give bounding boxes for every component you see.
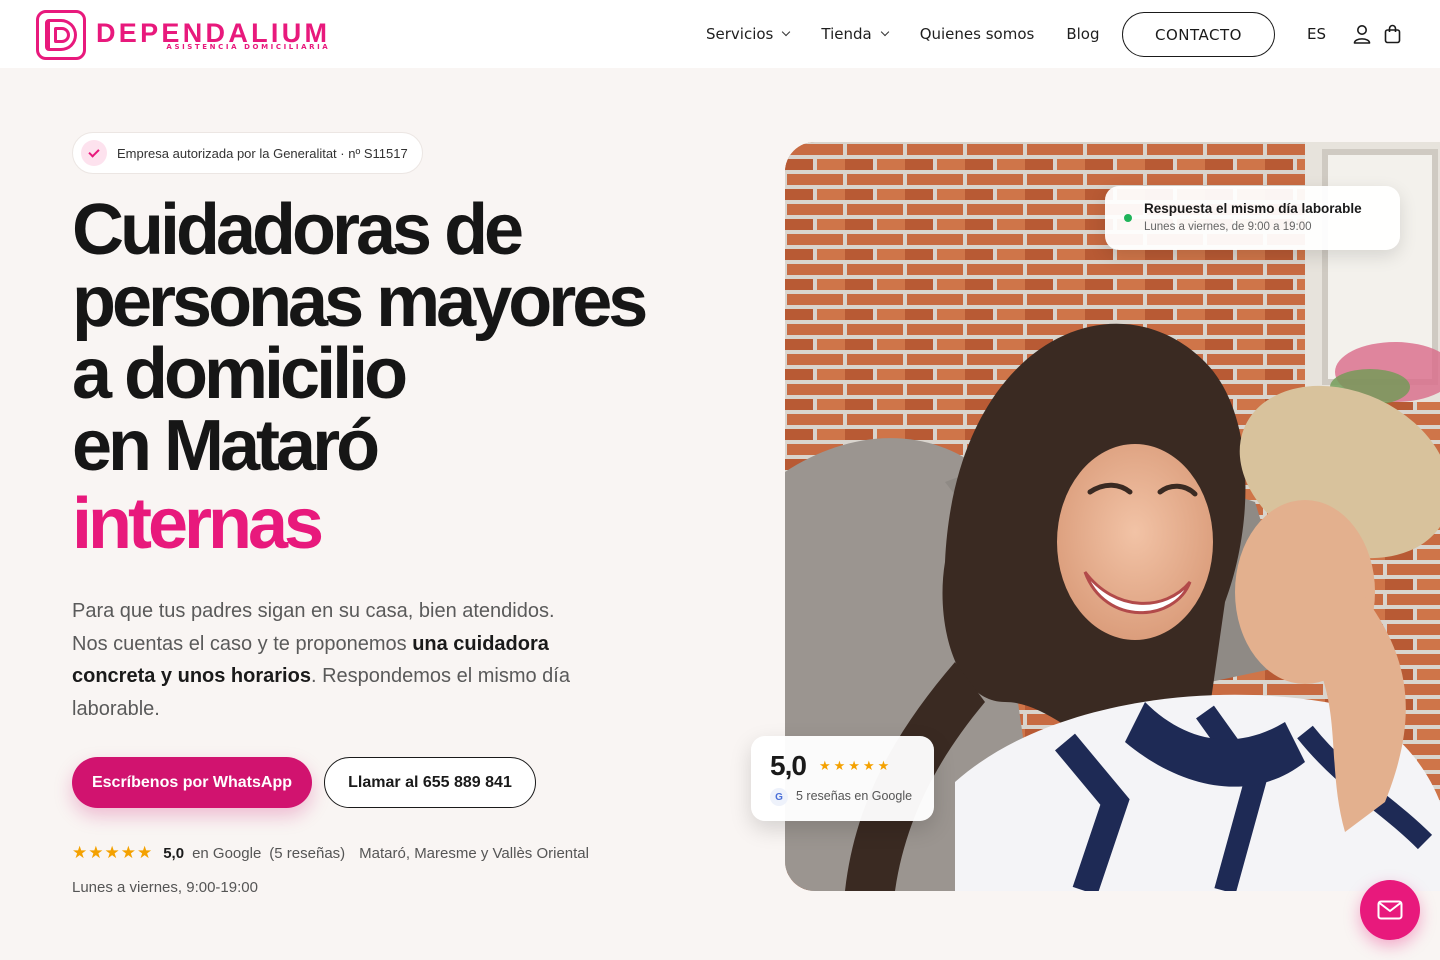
language-switcher[interactable]: ES [1307, 25, 1326, 43]
hero-headline: Cuidadoras de personas mayores a domicil… [72, 194, 752, 560]
rating-count: (5 reseñas) [269, 844, 346, 862]
rating-summary: ★★★★★ 5,0 en Google (5 reseñas) Mataró, … [72, 843, 589, 863]
hero-lead: Para que tus padres sigan en su casa, bi… [72, 595, 572, 725]
nav-item-quienes-somos[interactable]: Quienes somos [920, 25, 1035, 43]
rating-stars: ★★★★★ [72, 843, 154, 862]
response-card-title: Respuesta el mismo día laborable [1144, 201, 1362, 216]
response-time-card: Respuesta el mismo día laborable Lunes a… [1105, 186, 1400, 250]
review-stars: ★★★★★ [819, 758, 893, 773]
main-nav: Servicios Tienda Quienes somos Blog [690, 12, 1116, 56]
authorization-text: Empresa autorizada por la Generalitat · … [117, 145, 408, 161]
site-header: DEPENDALIUM ASISTENCIA DOMICILIARIA Serv… [0, 0, 1440, 68]
nav-item-label: Servicios [706, 25, 774, 43]
check-icon [81, 140, 107, 166]
nav-item-label: Tienda [821, 25, 872, 43]
headline-line: a domicilio [72, 334, 408, 414]
review-count-text: 5 reseñas en Google [796, 789, 913, 803]
status-dot-icon [1124, 214, 1132, 222]
opening-hours: Lunes a viernes, 9:00-19:00 [72, 879, 258, 896]
brand-logo[interactable]: DEPENDALIUM ASISTENCIA DOMICILIARIA [36, 10, 330, 60]
review-score: 5,0 [770, 750, 807, 781]
nav-item-tienda[interactable]: Tienda [821, 25, 889, 43]
response-card-subtitle: Lunes a viernes, de 9:00 a 19:00 [1144, 221, 1312, 233]
headline-line: en Mataró [72, 406, 380, 486]
google-icon: G [770, 788, 788, 806]
mail-icon [1377, 900, 1403, 920]
whatsapp-button[interactable]: Escríbenos por WhatsApp [72, 757, 312, 808]
nav-item-servicios[interactable]: Servicios [706, 25, 791, 43]
google-review-card: 5,0 ★★★★★ G 5 reseñas en Google [751, 736, 934, 821]
chevron-down-icon [782, 27, 791, 37]
authorization-badge: Empresa autorizada por la Generalitat · … [72, 132, 423, 174]
chevron-down-icon [880, 27, 889, 37]
shopping-bag-icon[interactable] [1384, 24, 1401, 44]
headline-line: Cuidadoras de [72, 190, 524, 270]
nav-item-label: Quienes somos [919, 25, 1035, 43]
headline-line: personas mayores [72, 262, 648, 342]
user-icon[interactable] [1353, 24, 1371, 44]
rating-score: 5,0 [163, 844, 185, 862]
contact-button[interactable]: CONTACTO [1122, 12, 1275, 57]
rating-source: en Google [192, 844, 262, 862]
mail-fab-button[interactable] [1360, 880, 1420, 940]
headline-highlight: internas [72, 484, 324, 564]
nav-item-blog[interactable]: Blog [1066, 25, 1099, 43]
call-button[interactable]: Llamar al 655 889 841 [324, 757, 536, 808]
logo-mark-icon [36, 10, 86, 60]
nav-item-label: Blog [1066, 25, 1100, 43]
service-region: Mataró, Maresme y Vallès Oriental [359, 844, 589, 862]
